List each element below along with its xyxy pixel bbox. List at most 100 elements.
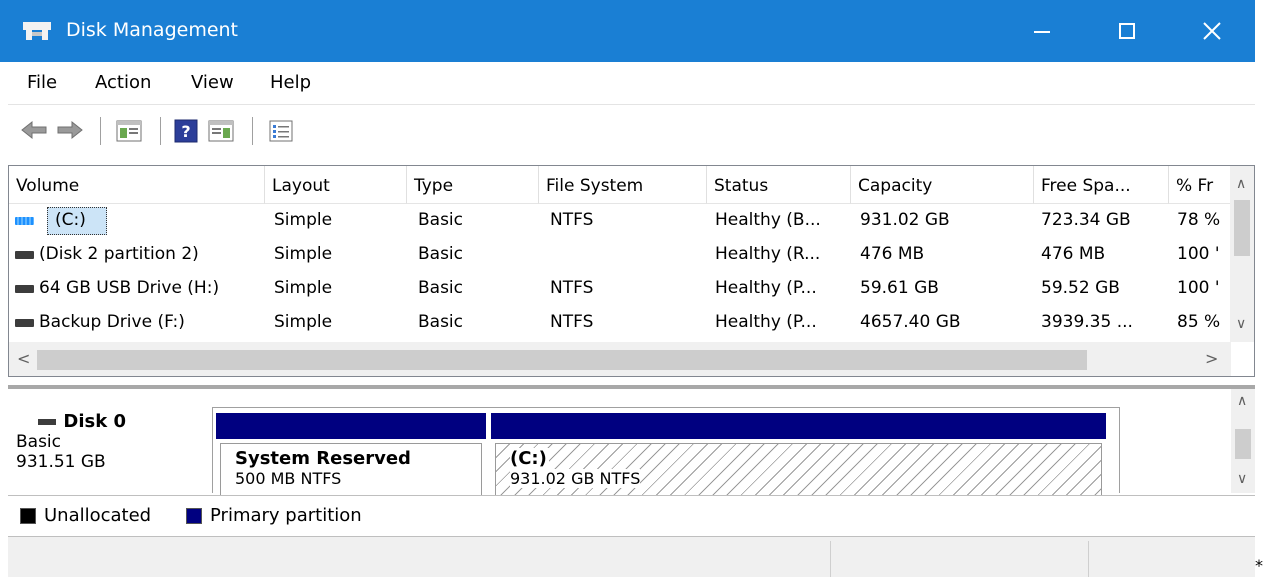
toolbar: ? <box>8 104 1255 156</box>
partition-bar-system-reserved <box>216 413 486 439</box>
cell-type: Basic <box>418 210 464 230</box>
column-header-free-space[interactable]: Free Spa... <box>1034 166 1169 204</box>
column-header-capacity[interactable]: Capacity <box>851 166 1034 204</box>
toolbar-separator <box>100 117 101 145</box>
cell-free-space: 3939.35 ... <box>1041 312 1133 332</box>
volume-list-horizontal-scrollbar[interactable]: < > <box>9 342 1231 376</box>
cell-layout: Simple <box>274 244 333 264</box>
maximize-button[interactable] <box>1082 0 1172 62</box>
disk-info[interactable]: Disk 0 Basic 931.51 GB <box>16 411 216 472</box>
column-header-file-system[interactable]: File System <box>539 166 707 204</box>
legend-label-primary: Primary partition <box>210 505 362 526</box>
cell-status: Healthy (P... <box>715 278 817 298</box>
cell-type: Basic <box>418 244 464 264</box>
column-header-type[interactable]: Type <box>407 166 539 204</box>
table-row[interactable]: Backup Drive (F:) Simple Basic NTFS Heal… <box>9 306 1231 340</box>
legend-swatch-unallocated <box>20 508 36 524</box>
legend-swatch-primary <box>186 508 202 524</box>
scroll-down-icon[interactable]: ∨ <box>1236 316 1246 332</box>
cell-capacity: 59.61 GB <box>860 278 939 298</box>
partition-info: 931.02 GB NTFS <box>510 469 641 488</box>
partition-title: System Reserved <box>235 448 413 469</box>
cell-type: Basic <box>418 312 464 332</box>
column-header-volume[interactable]: Volume <box>9 166 265 204</box>
scrollbar-thumb[interactable] <box>1235 429 1251 459</box>
cell-layout: Simple <box>274 210 333 230</box>
cell-percent-free: 100 ' <box>1177 244 1220 264</box>
action-pane-icon[interactable] <box>208 119 234 143</box>
partition-system-reserved[interactable]: System Reserved 500 MB NTFS <box>220 443 482 497</box>
cell-status: Healthy (R... <box>715 244 821 264</box>
partition-title: (C:) <box>510 448 549 469</box>
legend-label-unallocated: Unallocated <box>44 505 152 526</box>
disk-graphical-view: Disk 0 Basic 931.51 GB System Reserved 5… <box>8 385 1255 497</box>
console-tree-icon[interactable] <box>116 119 142 143</box>
cell-free-space: 59.52 GB <box>1041 278 1120 298</box>
scroll-right-icon[interactable]: > <box>1205 349 1218 368</box>
status-text: * <box>1255 556 1263 575</box>
column-header-percent-free[interactable]: % Fr <box>1169 166 1231 204</box>
back-arrow-icon[interactable] <box>20 119 48 141</box>
table-row[interactable]: (Disk 2 partition 2) Simple Basic Health… <box>9 238 1231 272</box>
cell-capacity: 476 MB <box>860 244 925 264</box>
minimize-button[interactable] <box>997 0 1087 62</box>
cell-file-system: NTFS <box>550 278 594 298</box>
cell-file-system: NTFS <box>550 312 594 332</box>
cell-percent-free: 78 % <box>1177 210 1221 230</box>
menu-action[interactable]: Action <box>95 72 151 93</box>
cell-file-system: NTFS <box>550 210 594 230</box>
cell-layout: Simple <box>274 312 333 332</box>
cell-status: Healthy (B... <box>715 210 821 230</box>
partition-c[interactable]: (C:) 931.02 GB NTFS <box>495 443 1102 497</box>
volume-drive-icon <box>15 285 34 293</box>
column-header-layout[interactable]: Layout <box>265 166 407 204</box>
column-header-status[interactable]: Status <box>707 166 851 204</box>
close-icon <box>1203 22 1221 40</box>
close-button[interactable] <box>1167 0 1257 62</box>
scroll-left-icon[interactable]: < <box>17 349 30 368</box>
partition-bar-c <box>491 413 1106 439</box>
properties-icon[interactable] <box>268 119 294 143</box>
cell-volume: 64 GB USB Drive (H:) <box>39 278 220 298</box>
cell-capacity: 931.02 GB <box>860 210 950 230</box>
disk-size: 931.51 GB <box>16 452 106 472</box>
scroll-up-icon[interactable]: ∧ <box>1237 393 1247 409</box>
volume-list: Volume Layout Type File System Status Ca… <box>8 165 1255 377</box>
cell-type: Basic <box>418 278 464 298</box>
volume-list-vertical-scrollbar[interactable]: ∧ ∨ <box>1230 166 1254 342</box>
cell-volume: (Disk 2 partition 2) <box>39 244 199 264</box>
scrollbar-thumb[interactable] <box>37 350 1087 370</box>
scrollbar-thumb[interactable] <box>1234 200 1250 256</box>
maximize-icon <box>1119 23 1135 39</box>
menu-view[interactable]: View <box>191 72 234 93</box>
status-separator <box>1088 541 1089 577</box>
volume-drive-icon <box>15 251 34 259</box>
cell-volume: (C:) <box>55 210 86 230</box>
help-icon[interactable]: ? <box>174 119 198 143</box>
disk-management-icon <box>23 22 51 40</box>
table-row[interactable]: (C:) Simple Basic NTFS Healthy (B... 931… <box>9 204 1231 238</box>
scroll-up-icon[interactable]: ∧ <box>1236 176 1246 192</box>
volume-drive-icon <box>15 319 34 327</box>
cell-capacity: 4657.40 GB <box>860 312 961 332</box>
cell-free-space: 476 MB <box>1041 244 1106 264</box>
menu-file[interactable]: File <box>27 72 57 93</box>
window-title: Disk Management <box>66 19 239 41</box>
volume-drive-icon <box>15 217 34 225</box>
menu-help[interactable]: Help <box>270 72 311 93</box>
cell-free-space: 723.34 GB <box>1041 210 1131 230</box>
legend: Unallocated Primary partition <box>8 495 1255 537</box>
disk-type: Basic <box>16 432 62 452</box>
menu-bar: File Action View Help <box>8 62 1255 104</box>
disk-pane-vertical-scrollbar[interactable]: ∧ ∨ <box>1231 389 1255 493</box>
scroll-down-icon[interactable]: ∨ <box>1237 471 1247 487</box>
toolbar-separator <box>160 117 161 145</box>
forward-arrow-icon[interactable] <box>56 119 84 141</box>
svg-text:?: ? <box>181 122 190 141</box>
cell-layout: Simple <box>274 278 333 298</box>
table-row[interactable]: 64 GB USB Drive (H:) Simple Basic NTFS H… <box>9 272 1231 306</box>
status-separator <box>830 541 831 577</box>
toolbar-separator <box>252 117 253 145</box>
disk-drive-icon <box>38 419 56 425</box>
title-bar: Disk Management <box>0 0 1255 62</box>
